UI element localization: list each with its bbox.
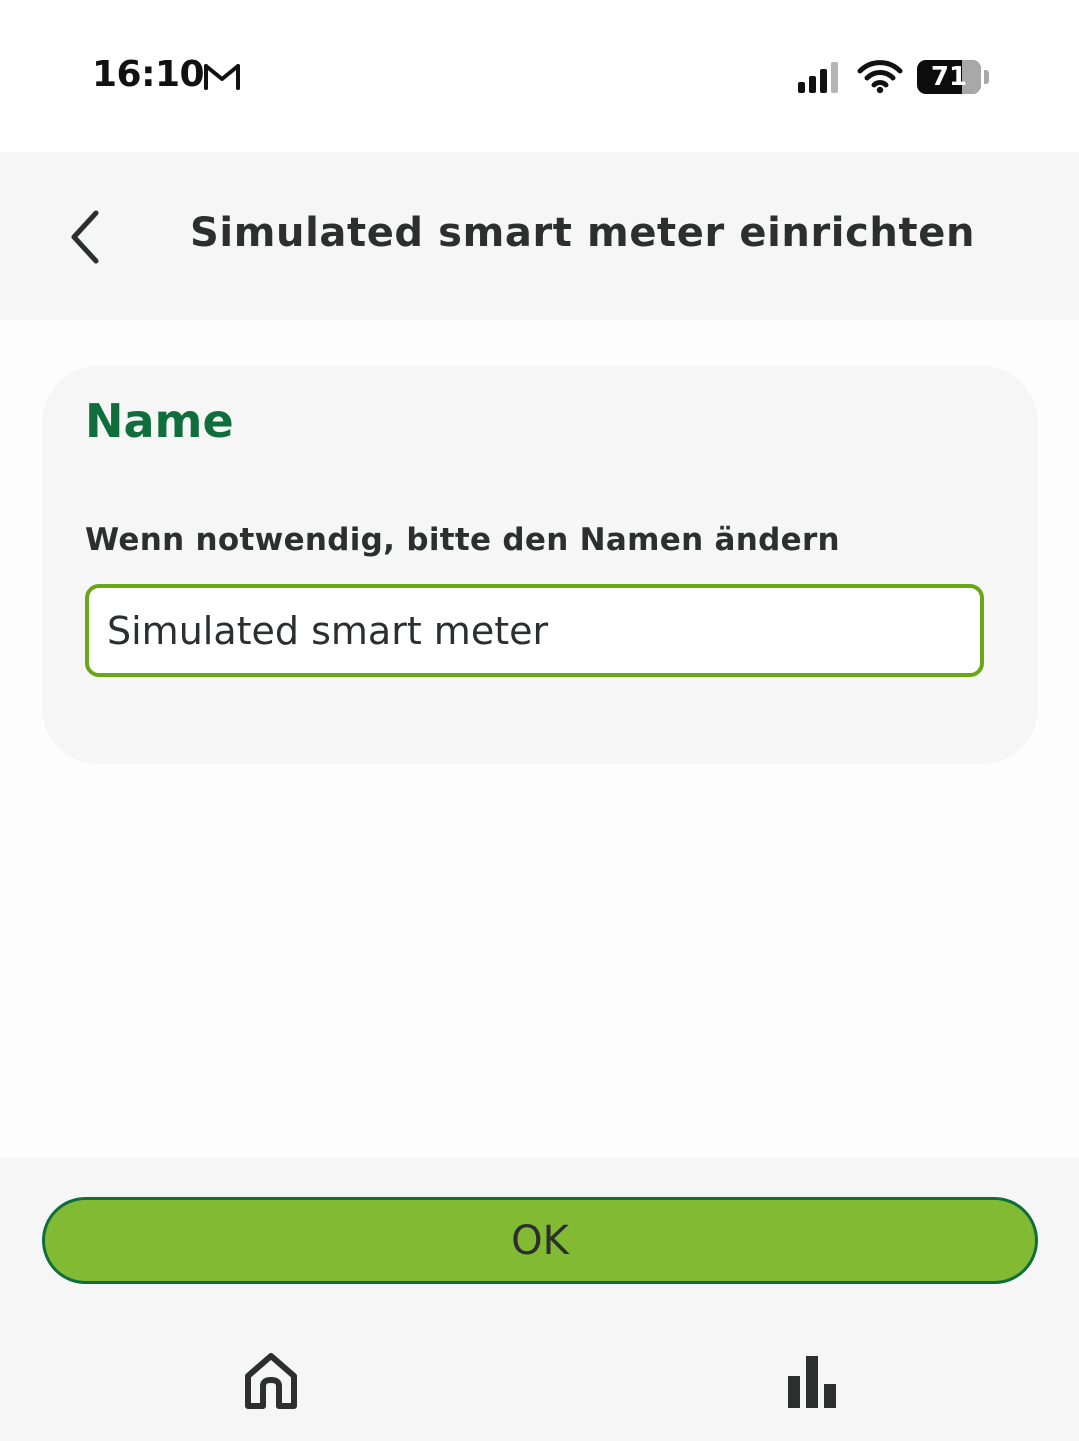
app-screen: 16:10 71 Simulated smart meter einrichte… xyxy=(0,0,1079,1441)
bottom-area: OK xyxy=(0,1158,1079,1441)
gmail-icon xyxy=(202,60,242,92)
name-card: Name Wenn notwendig, bitte den Namen änd… xyxy=(42,366,1038,764)
battery-level: 71 xyxy=(930,62,968,92)
name-input[interactable] xyxy=(85,584,984,677)
ok-button[interactable]: OK xyxy=(42,1197,1038,1284)
top-app-bar: Simulated smart meter einrichten xyxy=(0,152,1079,320)
page-title: Simulated smart meter einrichten xyxy=(190,210,976,256)
name-field-label: Wenn notwendig, bitte den Namen ändern xyxy=(85,522,840,558)
chevron-left-icon xyxy=(71,210,99,264)
bar-chart-icon xyxy=(788,1356,836,1408)
battery-indicator: 71 xyxy=(917,60,981,94)
back-button[interactable] xyxy=(56,202,116,272)
nav-home[interactable] xyxy=(240,1350,302,1412)
status-bar: 16:10 71 xyxy=(0,0,1079,152)
home-icon xyxy=(245,1353,297,1409)
battery-cap xyxy=(984,70,989,84)
cellular-signal-icon xyxy=(797,60,843,94)
nav-statistics[interactable] xyxy=(782,1354,842,1410)
card-title: Name xyxy=(85,394,234,448)
status-time: 16:10 xyxy=(92,54,205,95)
wifi-icon xyxy=(857,58,903,94)
